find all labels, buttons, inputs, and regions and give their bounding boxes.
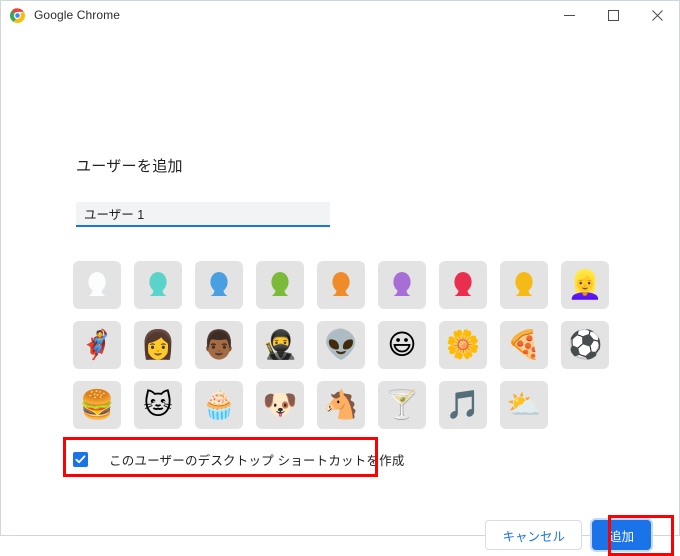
avatar-silhouette-green[interactable] bbox=[256, 261, 304, 309]
avatar-sun-behind-cloud[interactable]: ⛅ bbox=[500, 381, 548, 429]
close-button[interactable] bbox=[635, 1, 679, 29]
avatar-pizza[interactable]: 🍕 bbox=[500, 321, 548, 369]
avatar-silhouette-blue[interactable] bbox=[195, 261, 243, 309]
checkmark-icon bbox=[75, 454, 86, 463]
titlebar-left: Google Chrome bbox=[1, 7, 547, 23]
avatar-cupcake[interactable]: 🧁 bbox=[195, 381, 243, 429]
window-title: Google Chrome bbox=[34, 8, 121, 22]
avatar-silhouette-teal[interactable] bbox=[134, 261, 182, 309]
avatar-horse-glyph: 🐴 bbox=[323, 389, 359, 420]
avatar-smiley[interactable]: 😃 bbox=[378, 321, 426, 369]
avatar-silhouette-red[interactable] bbox=[439, 261, 487, 309]
maximize-button[interactable] bbox=[591, 1, 635, 29]
avatar-soccer-ball[interactable]: ⚽ bbox=[561, 321, 609, 369]
avatar-man-glyph: 👨🏾 bbox=[201, 329, 237, 360]
avatar-row: 👱‍♀️ bbox=[73, 261, 633, 309]
chrome-logo-icon bbox=[10, 7, 25, 23]
user-name-input[interactable] bbox=[76, 202, 330, 227]
avatar-dog-glyph: 🐶 bbox=[262, 389, 298, 420]
avatar-blonde-woman[interactable]: 👱‍♀️ bbox=[561, 261, 609, 309]
add-button[interactable]: 追加 bbox=[591, 520, 651, 550]
avatar-alien[interactable]: 👽 bbox=[317, 321, 365, 369]
avatar-cupcake-glyph: 🧁 bbox=[201, 389, 237, 420]
avatar-horse[interactable]: 🐴 bbox=[317, 381, 365, 429]
avatar-blonde-woman-glyph: 👱‍♀️ bbox=[567, 269, 603, 300]
dialog-body: ユーザーを追加 👱‍♀️ 🦸 👩 👨🏾 🥷 👽 😃 🌼 🍕 ⚽ 🍔 🐱 🧁 🐶 🐴 🍸 🎵 ⛅ このユーザーのデス… bbox=[1, 29, 679, 556]
avatar-cocktail[interactable]: 🍸 bbox=[378, 381, 426, 429]
avatar-woman-sunglasses[interactable]: 👩 bbox=[134, 321, 182, 369]
avatar-burger-glyph: 🍔 bbox=[79, 389, 115, 420]
avatar-superhero[interactable]: 🦸 bbox=[73, 321, 121, 369]
avatar-row: 🦸 👩 👨🏾 🥷 👽 😃 🌼 🍕 ⚽ bbox=[73, 321, 633, 369]
dialog-footer: キャンセル 追加 bbox=[485, 520, 651, 550]
cancel-button[interactable]: キャンセル bbox=[485, 520, 582, 550]
window-controls bbox=[547, 1, 679, 29]
avatar-superhero-glyph: 🦸 bbox=[79, 329, 115, 360]
avatar-silhouette-white[interactable] bbox=[73, 261, 121, 309]
avatar-smiley-glyph: 😃 bbox=[387, 329, 417, 360]
desktop-shortcut-label: このユーザーのデスクトップ ショートカットを作成 bbox=[109, 453, 405, 468]
avatar-woman-sunglasses-glyph: 👩 bbox=[140, 329, 176, 360]
avatar-soccer-ball-glyph: ⚽ bbox=[567, 329, 603, 360]
chrome-add-user-window: Google Chrome ユーザーを追加 👱‍♀️ 🦸 👩 👨🏾 🥷 👽 😃 🌼 🍕 ⚽ 🍔 🐱 🧁 🐶… bbox=[0, 0, 680, 556]
desktop-shortcut-checkbox[interactable] bbox=[73, 451, 88, 467]
avatar-man[interactable]: 👨🏾 bbox=[195, 321, 243, 369]
avatar-pizza-glyph: 🍕 bbox=[506, 329, 542, 360]
avatar-cat[interactable]: 🐱 bbox=[134, 381, 182, 429]
minimize-button[interactable] bbox=[547, 1, 591, 29]
page-title: ユーザーを追加 bbox=[76, 158, 183, 175]
avatar-ninja[interactable]: 🥷 bbox=[256, 321, 304, 369]
avatar-flower[interactable]: 🌼 bbox=[439, 321, 487, 369]
avatar-alien-glyph: 👽 bbox=[323, 329, 359, 360]
titlebar: Google Chrome bbox=[1, 1, 679, 29]
avatar-grid: 👱‍♀️ 🦸 👩 👨🏾 🥷 👽 😃 🌼 🍕 ⚽ 🍔 🐱 🧁 🐶 🐴 🍸 🎵 ⛅ bbox=[73, 261, 633, 429]
avatar-sun-behind-cloud-glyph: ⛅ bbox=[506, 389, 542, 420]
avatar-cocktail-glyph: 🍸 bbox=[384, 389, 420, 420]
avatar-flower-glyph: 🌼 bbox=[445, 329, 481, 360]
avatar-ninja-glyph: 🥷 bbox=[262, 329, 298, 360]
desktop-shortcut-row[interactable]: このユーザーのデスクトップ ショートカットを作成 bbox=[73, 444, 405, 474]
avatar-silhouette-purple[interactable] bbox=[378, 261, 426, 309]
avatar-dog[interactable]: 🐶 bbox=[256, 381, 304, 429]
avatar-silhouette-orange[interactable] bbox=[317, 261, 365, 309]
avatar-music-note[interactable]: 🎵 bbox=[439, 381, 487, 429]
avatar-music-note-glyph: 🎵 bbox=[445, 389, 481, 420]
avatar-silhouette-yellow[interactable] bbox=[500, 261, 548, 309]
avatar-burger[interactable]: 🍔 bbox=[73, 381, 121, 429]
avatar-cat-glyph: 🐱 bbox=[143, 389, 173, 420]
avatar-row: 🍔 🐱 🧁 🐶 🐴 🍸 🎵 ⛅ bbox=[73, 381, 633, 429]
